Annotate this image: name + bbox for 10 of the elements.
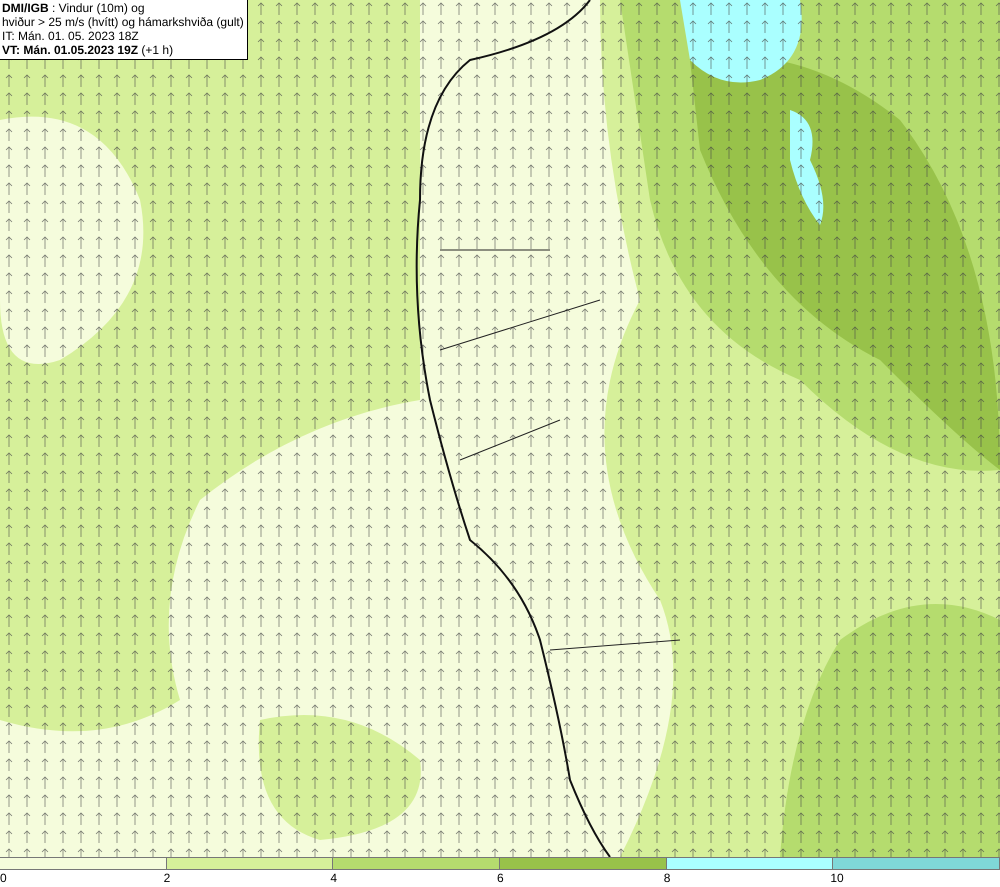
title-line: VT: Mán. 01.05.2023 19Z (+1 h) — [2, 43, 174, 57]
title-line: DMI/IGB : Vindur (10m) og — [2, 1, 146, 15]
title-line: hviður > 25 m/s (hvítt) og hámarkshviða (gult) — [2, 15, 244, 29]
legend-label: 0 — [0, 870, 7, 886]
legend-label: 2 — [164, 870, 170, 886]
title-line: IT: Mán. 01. 05. 2023 18Z — [2, 29, 140, 43]
legend-label: 8 — [664, 870, 670, 886]
legend-label: 4 — [330, 870, 338, 886]
legend-label: 6 — [497, 870, 504, 886]
legend-label: 10 — [830, 870, 844, 886]
